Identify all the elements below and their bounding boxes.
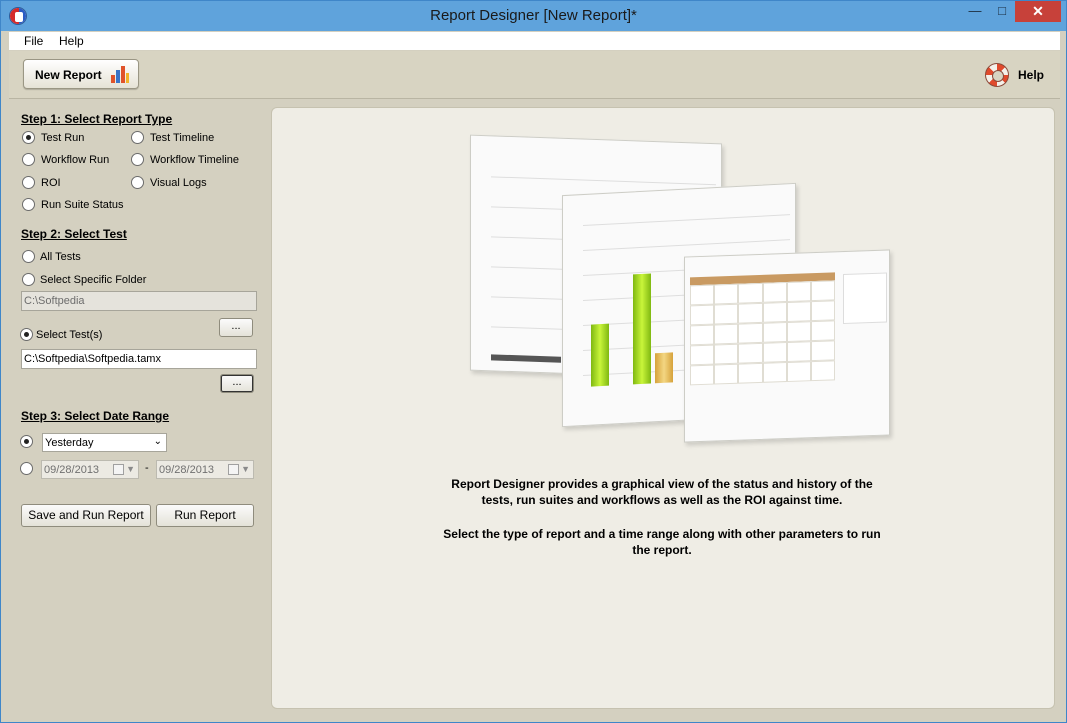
description-paragraph-2: Select the type of report and a time ran… bbox=[443, 527, 881, 557]
radio-test-run[interactable] bbox=[22, 131, 35, 144]
radio-test-timeline[interactable] bbox=[131, 131, 144, 144]
label-test-timeline: Test Timeline bbox=[150, 132, 215, 144]
label-workflow-run: Workflow Run bbox=[41, 154, 110, 166]
maximize-button[interactable]: □ bbox=[989, 1, 1015, 22]
app-window: Report Designer [New Report]* — □ ✕ File… bbox=[0, 0, 1067, 723]
label-visual-logs: Visual Logs bbox=[150, 177, 207, 189]
menu-help[interactable]: Help bbox=[59, 34, 84, 48]
date-separator: - bbox=[145, 462, 149, 474]
lifebuoy-icon bbox=[985, 63, 1009, 87]
label-specific-folder: Select Specific Folder bbox=[40, 274, 147, 286]
date-from-picker[interactable]: 09/28/2013 ▼ bbox=[41, 460, 139, 479]
label-test-run: Test Run bbox=[41, 132, 85, 144]
radio-custom-range[interactable] bbox=[20, 462, 33, 475]
tests-path-input[interactable]: C:\Softpedia\Softpedia.tamx bbox=[21, 349, 257, 369]
window-title: Report Designer [New Report]* bbox=[430, 7, 637, 24]
chevron-down-icon: ▼ bbox=[126, 464, 135, 474]
save-and-run-report-button[interactable]: Save and Run Report bbox=[21, 504, 151, 527]
step1-title: Step 1: Select Report Type bbox=[21, 112, 173, 126]
radio-run-suite-status[interactable] bbox=[22, 198, 35, 211]
close-button[interactable]: ✕ bbox=[1015, 1, 1061, 22]
bar-chart-icon bbox=[111, 66, 129, 83]
calendar-icon bbox=[228, 464, 239, 475]
new-report-label: New Report bbox=[35, 68, 102, 82]
timeline-report-card bbox=[684, 249, 890, 443]
browse-folder-button[interactable]: ... bbox=[219, 318, 253, 337]
report-preview-image bbox=[462, 133, 892, 448]
title-bar[interactable]: Report Designer [New Report]* — □ ✕ bbox=[1, 1, 1066, 31]
label-roi: ROI bbox=[41, 177, 61, 189]
help-label: Help bbox=[1018, 68, 1045, 82]
chevron-down-icon: ▼ bbox=[241, 464, 250, 474]
label-all-tests: All Tests bbox=[40, 251, 81, 263]
minimize-button[interactable]: — bbox=[962, 1, 988, 22]
label-select-tests: Select Test(s) bbox=[36, 329, 103, 341]
label-run-suite-status: Run Suite Status bbox=[41, 199, 124, 211]
label-workflow-timeline: Workflow Timeline bbox=[150, 154, 240, 166]
browse-tests-button[interactable]: ... bbox=[220, 374, 254, 393]
radio-specific-folder[interactable] bbox=[22, 273, 35, 286]
radio-roi[interactable] bbox=[22, 176, 35, 189]
step3-title: Step 3: Select Date Range bbox=[21, 409, 170, 423]
radio-workflow-run[interactable] bbox=[22, 153, 35, 166]
radio-workflow-timeline[interactable] bbox=[131, 153, 144, 166]
radio-visual-logs[interactable] bbox=[131, 176, 144, 189]
date-to-value: 09/28/2013 bbox=[159, 464, 215, 476]
new-report-button[interactable]: New Report bbox=[23, 59, 139, 89]
content-panel: Report Designer provides a graphical vie… bbox=[271, 107, 1055, 709]
radio-predefined-range[interactable] bbox=[20, 435, 33, 448]
radio-select-tests[interactable] bbox=[20, 328, 33, 341]
date-range-select[interactable]: Yesterday ⌄ bbox=[42, 433, 167, 452]
calendar-icon bbox=[113, 464, 124, 475]
toolbar: New Report Help bbox=[9, 51, 1060, 99]
menu-bar: File Help bbox=[9, 32, 1060, 50]
help-button[interactable]: Help bbox=[985, 63, 1055, 87]
menu-file[interactable]: File bbox=[24, 34, 43, 48]
date-from-value: 09/28/2013 bbox=[44, 464, 100, 476]
date-range-value: Yesterday bbox=[45, 437, 94, 449]
chevron-down-icon: ⌄ bbox=[153, 436, 162, 447]
description-paragraph-1: Report Designer provides a graphical vie… bbox=[451, 477, 873, 507]
step2-title: Step 2: Select Test bbox=[21, 227, 127, 241]
radio-all-tests[interactable] bbox=[22, 250, 35, 263]
report-options-panel: Step 1: Select Report Type Test Run Test… bbox=[9, 100, 264, 715]
folder-path-input[interactable]: C:\Softpedia bbox=[21, 291, 257, 311]
run-report-button[interactable]: Run Report bbox=[156, 504, 254, 527]
date-to-picker[interactable]: 09/28/2013 ▼ bbox=[156, 460, 254, 479]
